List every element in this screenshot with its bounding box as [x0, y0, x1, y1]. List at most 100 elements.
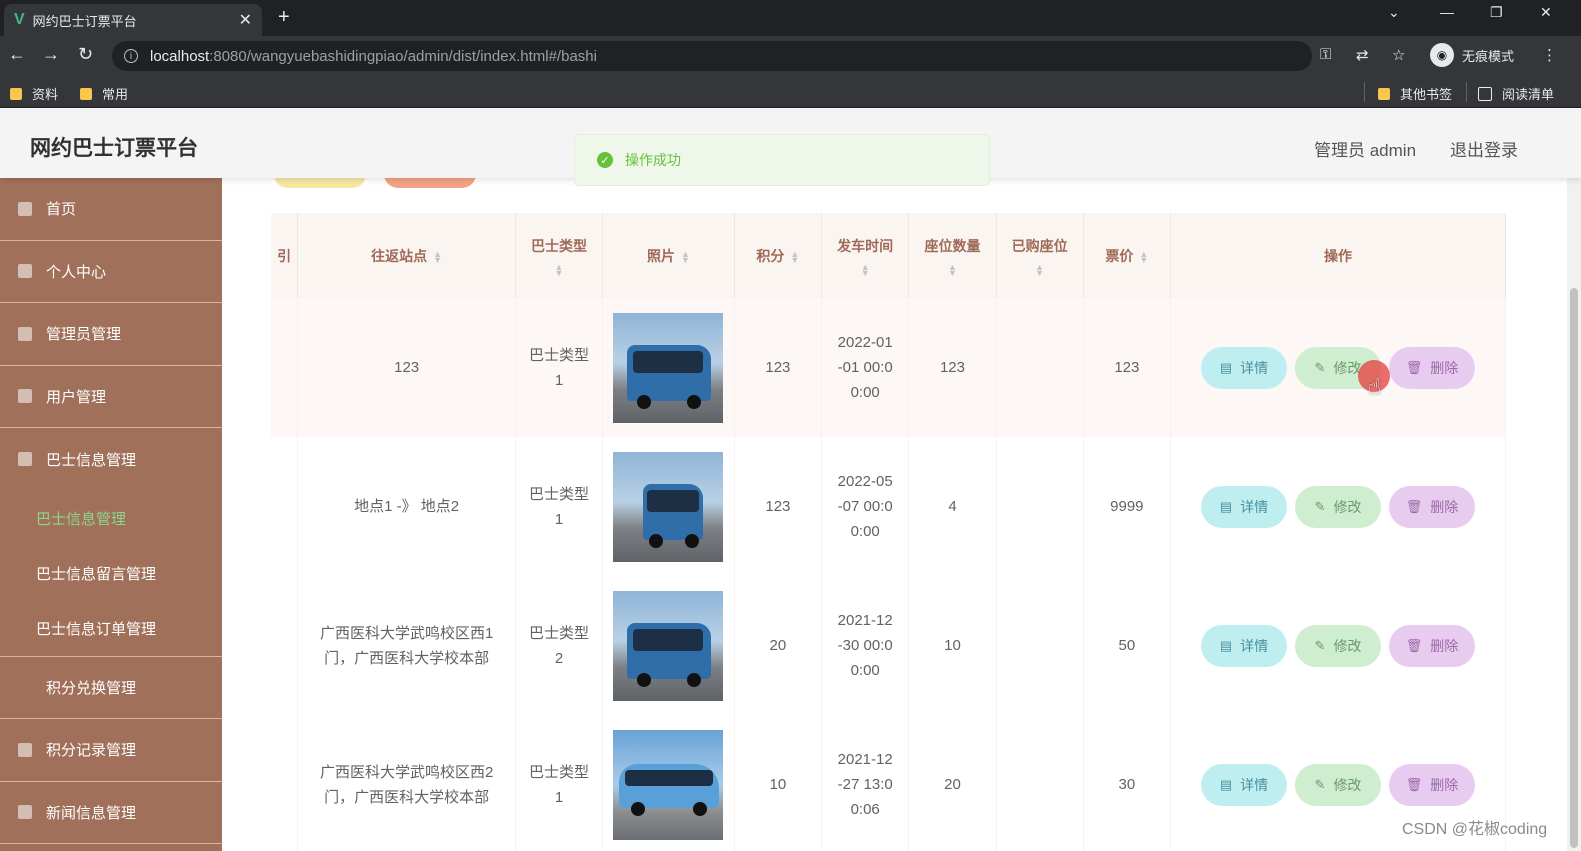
logout-link[interactable]: 退出登录 — [1450, 136, 1518, 161]
cell-bus-type: 巴士类型 1 — [515, 715, 604, 851]
scrollbar-thumb[interactable] — [1570, 288, 1578, 848]
bus-photo[interactable] — [613, 590, 724, 701]
sidebar-item-user-management[interactable]: 用户管理 — [0, 366, 222, 428]
folder-icon — [80, 87, 92, 100]
table-header-row: 引 往返站点 ▲ ▼ 巴士类型 ▲ ▼ 照片 ▲ ▼ 积分 ▲ ▼ 发车时间 ▲ ▼ 座位数量 ▲ ▼ … — [271, 213, 1507, 298]
sidebar-item-bus-info[interactable]: 巴士信息管理 — [0, 428, 222, 491]
tab-search-chevron-icon[interactable]: ⌄ — [1388, 4, 1400, 21]
col-booked[interactable]: 已购座位 ▲ ▼ — [996, 213, 1084, 298]
browser-tab[interactable]: V 网约巴士订票平台 ✕ — [4, 4, 262, 36]
departure-line: 0:00 — [850, 662, 880, 679]
trash-icon: 🗑 — [1405, 637, 1423, 653]
detail-button-label: 详情 — [1240, 498, 1269, 515]
cell-photo — [602, 437, 735, 576]
bus-photo[interactable] — [613, 451, 724, 562]
cell-seats: 4 — [908, 437, 997, 576]
sidebar-item-points-exchange[interactable]: 积分兑换管理 — [0, 657, 222, 719]
bookmark-label: 资料 — [32, 87, 59, 102]
cell-points: 20 — [734, 576, 823, 715]
sort-icon[interactable]: ▲ ▼ — [555, 262, 564, 277]
restore-icon[interactable]: ❐ — [1490, 4, 1503, 21]
edit-button[interactable]: ✎ 修改 — [1294, 624, 1381, 667]
table-row: 123 巴士类型 1 123 2022-01 -01 00:0 0:00 123 12… — [271, 298, 1507, 437]
bus-photo[interactable] — [613, 312, 724, 423]
sidebar-item-news[interactable]: 新闻信息管理 — [0, 782, 222, 844]
close-tab-icon[interactable]: ✕ — [239, 10, 252, 30]
batch-delete-button-partial[interactable] — [384, 178, 476, 188]
col-photo-label: 照片 — [646, 247, 675, 264]
cell-seats: 123 — [908, 298, 997, 437]
cell-departure: 2022-01 -01 00:0 0:00 — [821, 298, 910, 437]
back-icon[interactable]: ← — [8, 44, 26, 65]
close-window-icon[interactable]: ✕ — [1540, 4, 1552, 21]
minimize-icon[interactable]: — — [1440, 4, 1454, 20]
col-route-label: 往返站点 — [371, 247, 428, 264]
sidebar-item-label: 首页 — [46, 201, 77, 219]
cell-booked — [996, 715, 1084, 851]
translate-icon[interactable]: ⇄ — [1356, 46, 1369, 64]
delete-button[interactable]: 🗑 删除 — [1388, 346, 1475, 389]
sort-icon[interactable]: ▲ ▼ — [790, 249, 799, 264]
detail-button[interactable]: ▤ 详情 — [1200, 624, 1287, 667]
col-booked-label: 已购座位 — [1011, 237, 1068, 254]
more-menu-icon[interactable]: ⋮ — [1542, 46, 1557, 64]
toast-message: 操作成功 — [625, 152, 681, 168]
cell-points: 123 — [734, 437, 823, 576]
edit-button[interactable]: ✎ 修改 — [1294, 763, 1381, 806]
reload-icon[interactable]: ↻ — [78, 44, 93, 65]
url-bar[interactable]: i localhost:8080/wangyuebashidingpiao/ad… — [112, 41, 1312, 71]
new-tab-icon[interactable]: + — [278, 6, 290, 29]
cell-photo — [602, 298, 735, 437]
sort-icon[interactable]: ▲ ▼ — [1139, 249, 1148, 264]
other-bookmarks[interactable]: 其他书签 — [1378, 84, 1452, 103]
bookmark-folder-changyong[interactable]: 常用 — [80, 84, 128, 103]
col-bus-type[interactable]: 巴士类型 ▲ ▼ — [515, 213, 604, 298]
page-scrollbar[interactable] — [1567, 178, 1581, 851]
bookmark-star-icon[interactable]: ☆ — [1392, 46, 1405, 64]
submenu-item-bus-messages[interactable]: 巴士信息留言管理 — [0, 546, 222, 601]
delete-button[interactable]: 🗑 删除 — [1388, 624, 1475, 667]
sort-icon[interactable]: ▲ ▼ — [1035, 262, 1044, 277]
sort-icon[interactable]: ▲ ▼ — [681, 249, 690, 264]
sidebar-item-home[interactable]: 首页 — [0, 178, 222, 241]
incognito-indicator[interactable]: ◉ 无痕模式 — [1430, 43, 1514, 67]
forward-icon[interactable]: → — [42, 44, 60, 65]
sort-icon[interactable]: ▲ ▼ — [861, 262, 870, 277]
sidebar-item-points-records[interactable]: 积分记录管理 — [0, 719, 222, 782]
edit-button[interactable]: ✎ 修改 — [1294, 485, 1381, 528]
key-icon[interactable]: ⚿ — [1320, 46, 1331, 63]
submenu-item-bus-info[interactable]: 巴士信息管理 — [0, 491, 222, 546]
sidebar-item-label: 管理员管理 — [46, 326, 122, 344]
user-icon — [18, 264, 32, 279]
detail-button[interactable]: ▤ 详情 — [1200, 763, 1287, 806]
search-button-partial[interactable] — [274, 178, 366, 188]
sidebar-item-admin-management[interactable]: 管理员管理 — [0, 303, 222, 366]
delete-button[interactable]: 🗑 删除 — [1388, 763, 1475, 806]
reading-list[interactable]: 阅读清单 — [1478, 84, 1554, 103]
success-check-icon: ✓ — [597, 152, 613, 168]
bus-photo[interactable] — [613, 729, 724, 840]
col-price[interactable]: 票价 ▲ ▼ — [1083, 213, 1171, 298]
sort-icon[interactable]: ▲ ▼ — [948, 262, 957, 277]
col-photo[interactable]: 照片 ▲ ▼ — [602, 213, 735, 298]
col-route[interactable]: 往返站点 ▲ ▼ — [297, 213, 516, 298]
cell-actions: ▤ 详情 ✎ 修改 🗑 删除 — [1170, 576, 1507, 715]
bookmark-divider — [1466, 82, 1467, 102]
site-info-icon[interactable]: i — [124, 49, 138, 63]
cell-price: 50 — [1083, 576, 1171, 715]
col-points[interactable]: 积分 ▲ ▼ — [734, 213, 823, 298]
cell-actions: ▤ 详情 ✎ 修改 🗑 删除 — [1170, 437, 1507, 576]
col-departure[interactable]: 发车时间 ▲ ▼ — [821, 213, 910, 298]
edit-button-label: 修改 — [1333, 637, 1362, 654]
trash-icon: 🗑 — [1405, 498, 1423, 514]
bookmark-folder-ziliao[interactable]: 资料 — [10, 84, 58, 103]
col-seats[interactable]: 座位数量 ▲ ▼ — [908, 213, 997, 298]
detail-button[interactable]: ▤ 详情 — [1200, 346, 1287, 389]
route-line: 门，广西医科大学校本部 — [324, 649, 490, 667]
edit-button-label: 修改 — [1333, 498, 1362, 515]
sidebar-item-profile[interactable]: 个人中心 — [0, 241, 222, 303]
sort-icon[interactable]: ▲ ▼ — [433, 249, 442, 264]
detail-button[interactable]: ▤ 详情 — [1200, 485, 1287, 528]
delete-button[interactable]: 🗑 删除 — [1388, 485, 1475, 528]
submenu-item-bus-orders[interactable]: 巴士信息订单管理 — [0, 601, 222, 656]
